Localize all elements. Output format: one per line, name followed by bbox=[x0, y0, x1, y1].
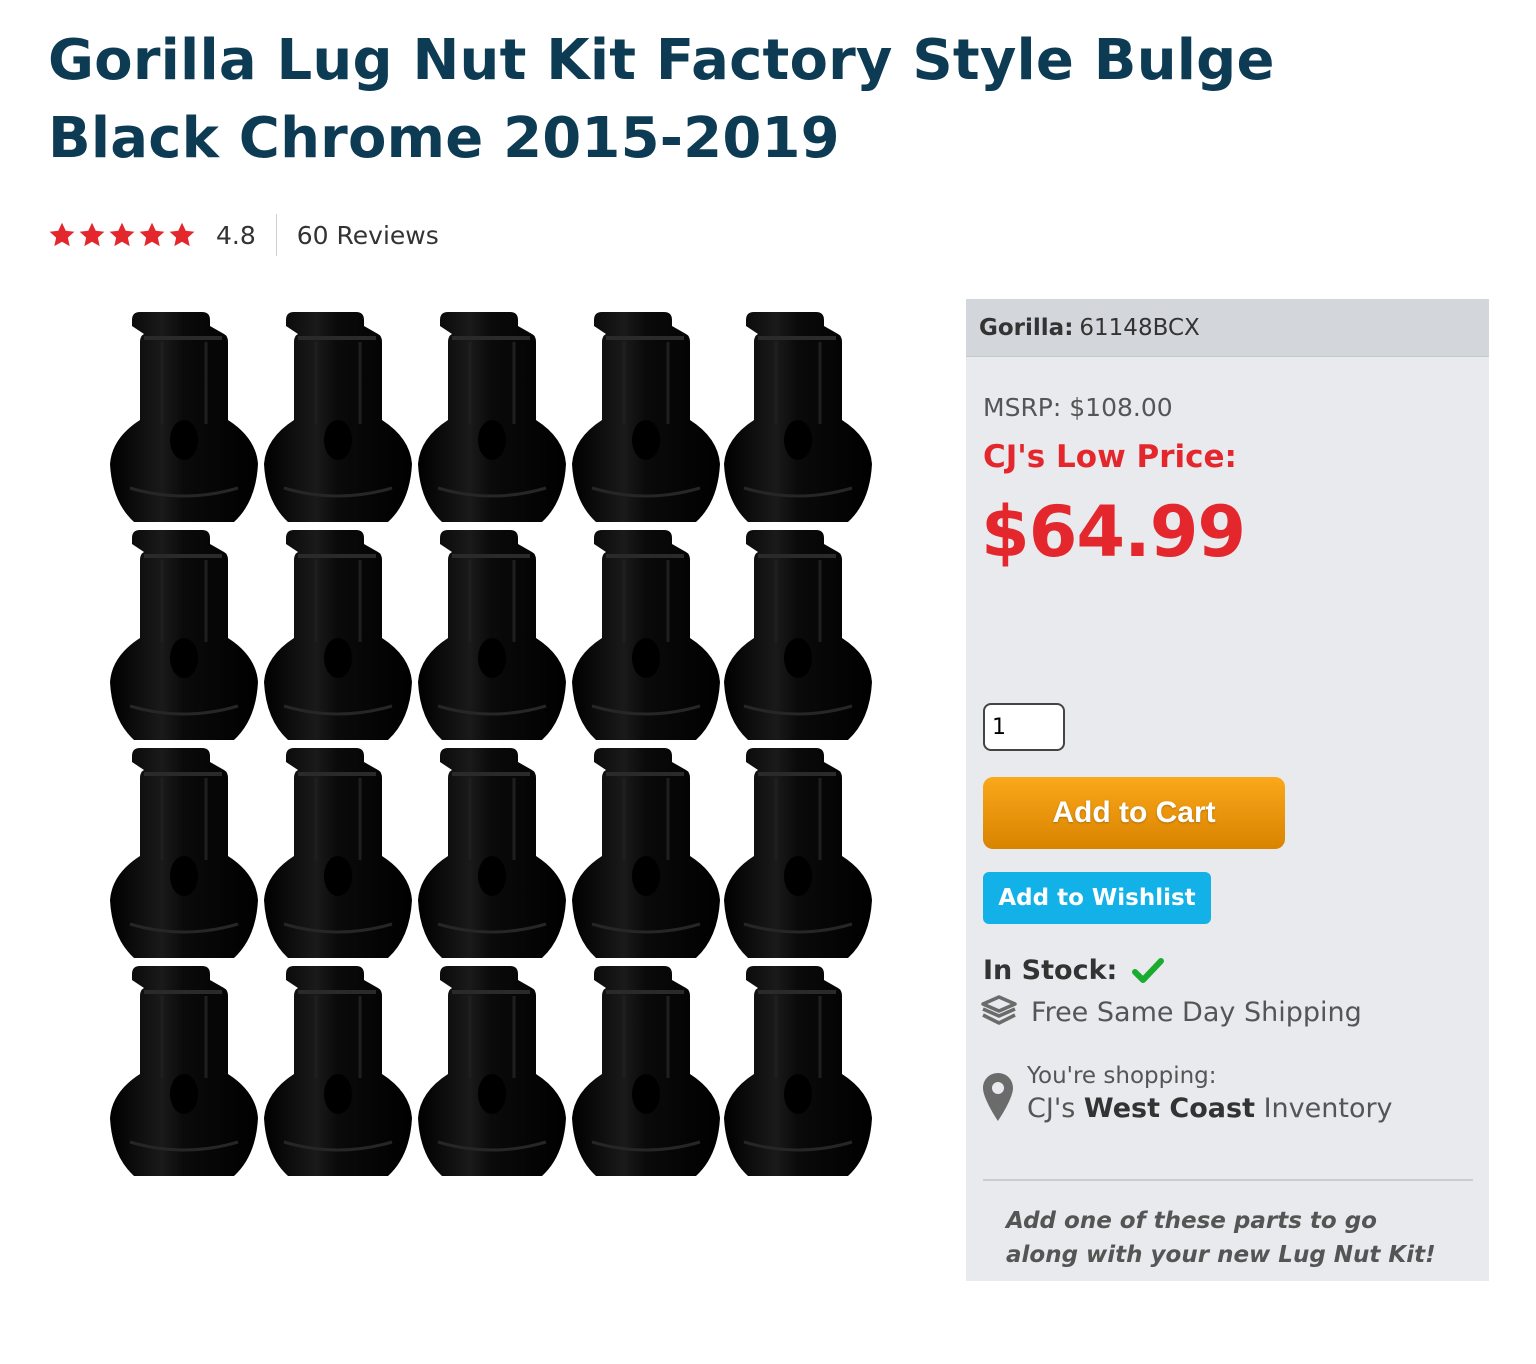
rating-row: 4.8 60 Reviews bbox=[48, 212, 439, 258]
inventory-region: West Coast bbox=[1083, 1093, 1255, 1124]
part-number: 61148BCX bbox=[1079, 314, 1200, 341]
addon-prompt: Add one of these parts to go along with … bbox=[1006, 1208, 1436, 1268]
part-number-bar: Gorilla: 61148BCX bbox=[966, 299, 1489, 357]
map-pin-icon bbox=[983, 1073, 1013, 1121]
lug-nut-grid bbox=[108, 310, 874, 1178]
star-icon bbox=[79, 222, 105, 247]
rating-divider bbox=[275, 214, 277, 256]
shipping-text: Free Same Day Shipping bbox=[1031, 996, 1362, 1028]
msrp-price: MSRP: $108.00 bbox=[983, 393, 1173, 422]
shopping-location: You're shopping: CJ's West Coast Invento… bbox=[981, 1063, 1393, 1124]
buy-box: Gorilla: 61148BCX MSRP: $108.00 CJ's Low… bbox=[966, 299, 1489, 1281]
add-to-wishlist-button[interactable]: Add to Wishlist bbox=[983, 872, 1211, 924]
inventory-prefix: CJ's bbox=[1027, 1093, 1076, 1124]
shopping-label: You're shopping: bbox=[1027, 1063, 1217, 1089]
star-icon bbox=[49, 222, 75, 247]
reviews-link[interactable]: 60 Reviews bbox=[297, 221, 439, 250]
stock-status: In Stock: bbox=[983, 955, 1165, 986]
stock-label: In Stock: bbox=[983, 955, 1118, 986]
sale-price: $64.99 bbox=[981, 491, 1246, 573]
star-icon bbox=[169, 222, 195, 247]
star-icon bbox=[109, 222, 135, 247]
inventory-suffix: Inventory bbox=[1263, 1093, 1393, 1124]
add-to-cart-button[interactable]: Add to Cart bbox=[983, 777, 1285, 849]
brand-label: Gorilla: bbox=[979, 314, 1074, 341]
star-icon bbox=[139, 222, 165, 247]
product-image[interactable] bbox=[104, 298, 880, 1192]
quantity-input[interactable] bbox=[983, 703, 1065, 751]
rating-stars bbox=[48, 221, 196, 249]
checkmark-icon bbox=[1132, 957, 1165, 983]
shipping-info: Free Same Day Shipping bbox=[981, 995, 1362, 1029]
low-price-label: CJ's Low Price: bbox=[983, 439, 1237, 475]
page-title: Gorilla Lug Nut Kit Factory Style Bulge … bbox=[48, 28, 1275, 171]
rating-value: 4.8 bbox=[216, 220, 256, 250]
inventory-location[interactable]: CJ's West Coast Inventory bbox=[1027, 1093, 1393, 1124]
section-divider bbox=[983, 1179, 1473, 1181]
box-icon bbox=[981, 995, 1017, 1025]
